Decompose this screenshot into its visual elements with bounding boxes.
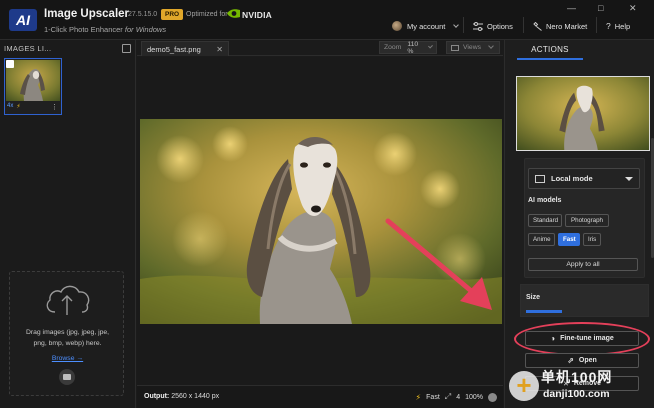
thumbnail-image xyxy=(6,60,60,101)
app-version: 27.5.15.0 xyxy=(128,11,158,18)
help-icon: ? xyxy=(606,21,611,31)
market-icon xyxy=(533,21,542,31)
images-list-header: IMAGES LI... xyxy=(4,44,52,53)
nero-market-label: Nero Market xyxy=(546,21,588,31)
file-tab-label: demo5_fast.png xyxy=(147,44,201,54)
model-iris[interactable]: Iris xyxy=(583,233,601,246)
percent-label: 100% xyxy=(465,393,483,401)
zoom-label: Zoom xyxy=(384,44,402,51)
account-label: My account xyxy=(407,21,446,31)
site-watermark: 单机100网 danji100.com xyxy=(508,364,654,408)
optimized-for-label: Optimized for xyxy=(186,11,228,18)
size-section[interactable]: Size xyxy=(520,284,649,317)
nero-market-button[interactable]: Nero Market xyxy=(533,19,587,33)
minimize-button[interactable]: — xyxy=(567,3,576,13)
options-label: Options xyxy=(487,21,513,31)
cloud-upload-icon xyxy=(46,285,90,315)
pro-badge: PRO xyxy=(161,9,184,20)
close-window-button[interactable]: ✕ xyxy=(629,3,637,13)
close-icon[interactable]: ✕ xyxy=(216,45,223,54)
tab-actions[interactable]: ACTIONS xyxy=(517,40,583,60)
output-value: 2560 x 1440 px xyxy=(171,393,220,400)
actions-panel: ACTIONS Local mode AI models Standard Ph… xyxy=(504,40,654,408)
help-button[interactable]: ? Help xyxy=(606,19,630,33)
open-label: Open xyxy=(578,357,597,364)
size-indicator xyxy=(526,310,562,313)
subtitle-platform: for Windows xyxy=(124,25,167,34)
scale-icon: 4x xyxy=(7,103,14,109)
drop-zone[interactable]: Drag images (jpg, jpeg, jpe, png, bmp, w… xyxy=(9,271,124,396)
bolt-icon: ⚡ xyxy=(16,104,21,110)
preview-thumbnail xyxy=(516,76,650,151)
help-label: Help xyxy=(614,21,631,31)
model-standard[interactable]: Standard xyxy=(528,214,562,227)
bolt-icon: ⚡ xyxy=(415,392,422,402)
settings-dot-icon[interactable] xyxy=(488,392,497,402)
thumbnail-badges: 4x ⚡ xyxy=(7,103,21,110)
image-thumbnail[interactable]: 4x ⚡ ⋮ xyxy=(4,58,62,115)
model-photograph[interactable]: Photograph xyxy=(565,214,609,227)
annotation-highlight xyxy=(514,322,650,356)
model-fast[interactable]: Fast xyxy=(558,233,580,246)
ai-logo-icon: AI xyxy=(9,9,37,31)
watermark-cn: 单机100网 xyxy=(541,369,613,385)
divider xyxy=(523,17,524,33)
collapse-panel-icon[interactable] xyxy=(122,44,131,53)
chevron-down-icon xyxy=(453,21,460,28)
expand-icon: ⤢ xyxy=(444,392,452,401)
model-anime[interactable]: Anime xyxy=(528,233,555,246)
folder-icon[interactable] xyxy=(59,369,75,385)
images-list-panel: IMAGES LI... 4x ⚡ ⋮ Drag images (jpg, jp… xyxy=(0,40,136,408)
output-label: Output: xyxy=(144,393,170,400)
title-bar: AI Image Upscaler 27.5.15.0 PRO Optimize… xyxy=(0,0,654,40)
avatar-icon xyxy=(392,21,402,31)
ai-models-label: AI models xyxy=(528,197,562,204)
select-checkbox[interactable] xyxy=(6,60,14,68)
subtitle-main: 1-Click Photo Enhancer xyxy=(44,25,123,34)
watermark-url: danji100.com xyxy=(543,388,610,400)
file-tab[interactable]: demo5_fast.png ✕ xyxy=(141,41,229,56)
account-menu[interactable]: My account xyxy=(392,19,460,33)
divider xyxy=(596,17,597,33)
status-bar: Output: 2560 x 1440 px ⚡ Fast ⤢ 4 100% xyxy=(137,385,503,408)
more-options-icon[interactable]: ⋮ xyxy=(51,103,58,111)
monitor-icon xyxy=(535,174,545,183)
app-title: Image Upscaler xyxy=(44,8,130,20)
chevron-down-icon xyxy=(488,43,494,49)
annotation-arrow xyxy=(385,218,492,310)
watermark-logo-icon xyxy=(509,371,539,401)
ai-settings-card: Local mode AI models Standard Photograph… xyxy=(524,158,645,278)
options-button[interactable]: Options xyxy=(473,19,513,33)
mode-select-label: Local mode xyxy=(551,174,593,183)
chevron-down-icon xyxy=(428,43,433,49)
mode-select[interactable]: Local mode xyxy=(528,168,640,189)
zoom-dropdown[interactable]: Zoom 110 % xyxy=(379,40,437,55)
nvidia-logo-icon xyxy=(227,9,240,18)
nvidia-label: NVIDIA xyxy=(242,10,273,20)
mode-label: Fast xyxy=(426,393,440,401)
dropzone-text: Drag images (jpg, jpeg, jpe, png, bmp, w… xyxy=(25,329,110,347)
output-size: Output: 2560 x 1440 px xyxy=(144,393,219,400)
app-subtitle: 1-Click Photo Enhancer for Windows xyxy=(44,25,166,34)
zoom-value: 110 % xyxy=(407,40,419,55)
options-icon xyxy=(473,21,483,31)
views-icon xyxy=(451,44,459,51)
status-right: ⚡ Fast ⤢ 4 100% xyxy=(416,392,497,402)
divider xyxy=(463,17,464,33)
maximize-button[interactable]: □ xyxy=(598,3,603,13)
views-label: Views xyxy=(463,44,482,51)
apply-to-all-button[interactable]: Apply to all xyxy=(528,258,638,271)
size-label: Size xyxy=(526,294,541,301)
scale-label: 4 xyxy=(456,393,461,401)
browse-link[interactable]: Browse → xyxy=(10,355,125,362)
views-dropdown[interactable]: Views xyxy=(446,41,500,54)
file-tab-bar: demo5_fast.png ✕ Zoom 110 % Views xyxy=(137,40,503,56)
chevron-down-icon xyxy=(625,176,633,181)
